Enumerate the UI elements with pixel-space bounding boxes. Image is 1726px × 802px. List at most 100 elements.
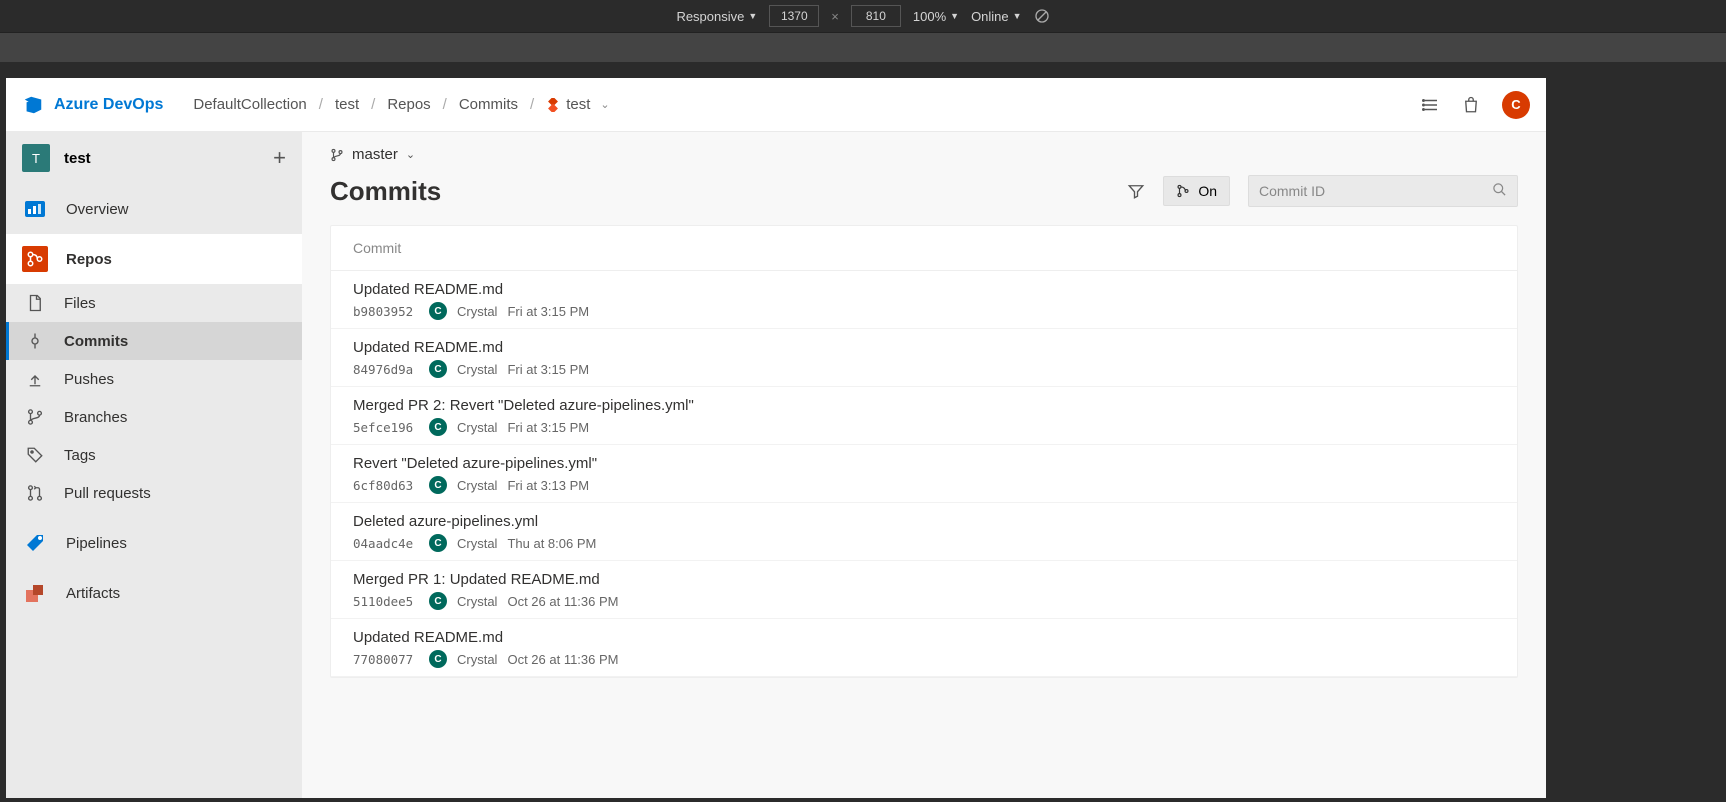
commit-author: Crystal: [457, 478, 497, 493]
author-avatar: C: [429, 650, 447, 668]
commits-list: Commit Updated README.mdb9803952CCrystal…: [330, 225, 1518, 678]
commit-hash: 84976d9a: [353, 362, 419, 377]
commit-row[interactable]: Updated README.mdb9803952CCrystalFri at …: [331, 271, 1517, 329]
commit-time: Fri at 3:13 PM: [507, 478, 589, 493]
commit-time: Thu at 8:06 PM: [507, 536, 596, 551]
commit-author: Crystal: [457, 594, 497, 609]
nav-overview[interactable]: Overview: [6, 184, 302, 234]
title-actions: On: [1127, 175, 1518, 207]
breadcrumb-commits[interactable]: Commits: [459, 96, 518, 113]
commit-search[interactable]: [1248, 175, 1518, 207]
commit-title: Updated README.md: [353, 629, 1495, 646]
caret-down-icon: ▼: [1013, 11, 1022, 21]
commit-hash: 6cf80d63: [353, 478, 419, 493]
commit-time: Fri at 3:15 PM: [507, 420, 589, 435]
commit-author: Crystal: [457, 304, 497, 319]
commit-row[interactable]: Updated README.md84976d9aCCrystalFri at …: [331, 329, 1517, 387]
shopping-bag-icon[interactable]: [1462, 96, 1480, 114]
zoom-dropdown[interactable]: 100% ▼: [913, 9, 959, 24]
nav-artifacts[interactable]: Artifacts: [6, 568, 302, 618]
nav-repos[interactable]: Repos: [6, 234, 302, 284]
commit-row[interactable]: Merged PR 2: Revert "Deleted azure-pipel…: [331, 387, 1517, 445]
pull-request-icon: [26, 484, 44, 502]
commit-row[interactable]: Deleted azure-pipelines.yml04aadc4eCCrys…: [331, 503, 1517, 561]
breadcrumb-project[interactable]: test: [335, 96, 359, 113]
branch-name: master: [352, 146, 398, 163]
commit-row[interactable]: Merged PR 1: Updated README.md5110dee5CC…: [331, 561, 1517, 619]
graph-toggle-label: On: [1198, 183, 1217, 199]
devtools-ruler: [0, 32, 1726, 62]
repo-selector[interactable]: test ⌄: [546, 96, 609, 113]
sub-pushes[interactable]: Pushes: [6, 360, 302, 398]
chevron-down-icon: ⌄: [406, 148, 415, 161]
commit-meta: 6cf80d63 C Crystal Fri at 3:13 PM: [353, 476, 1495, 494]
user-avatar[interactable]: C: [1502, 91, 1530, 119]
author-avatar: C: [429, 418, 447, 436]
commit-hash: 5efce196: [353, 420, 419, 435]
list-icon[interactable]: [1422, 96, 1440, 114]
viewport-width-input[interactable]: [769, 5, 819, 27]
project-header[interactable]: T test +: [6, 132, 302, 184]
title-row: Commits On: [302, 167, 1546, 225]
caret-down-icon: ▼: [950, 11, 959, 21]
sub-tags[interactable]: Tags: [6, 436, 302, 474]
sub-commits-label: Commits: [64, 333, 128, 350]
nav-overview-label: Overview: [66, 201, 129, 218]
commit-row[interactable]: Revert "Deleted azure-pipelines.yml" 6cf8…: [331, 445, 1517, 503]
breadcrumb: DefaultCollection / test / Repos / Commi…: [193, 96, 609, 113]
commit-meta: 5efce196 C Crystal Fri at 3:15 PM: [353, 418, 1495, 436]
new-item-button[interactable]: +: [273, 145, 286, 171]
commit-title: Merged PR 2: Revert "Deleted azure-pipel…: [353, 397, 1495, 414]
author-avatar: C: [429, 360, 447, 378]
caret-down-icon: ▼: [748, 11, 757, 21]
author-avatar: C: [429, 476, 447, 494]
commit-title: Deleted azure-pipelines.yml: [353, 513, 1495, 530]
sub-pull-requests-label: Pull requests: [64, 485, 151, 502]
tag-icon: [26, 446, 44, 464]
zoom-label: 100%: [913, 9, 946, 24]
nav-pipelines[interactable]: Pipelines: [6, 518, 302, 568]
branch-selector[interactable]: master ⌄: [302, 132, 1546, 167]
chevron-down-icon: ⌄: [600, 98, 609, 111]
sub-tags-label: Tags: [64, 447, 96, 464]
branch-icon: [330, 148, 344, 162]
breadcrumb-collection[interactable]: DefaultCollection: [193, 96, 306, 113]
pipelines-icon: [22, 530, 48, 556]
commit-search-input[interactable]: [1259, 183, 1492, 199]
commit-author: Crystal: [457, 420, 497, 435]
project-name: test: [64, 150, 259, 167]
commit-time: Oct 26 at 11:36 PM: [507, 652, 618, 667]
sub-files[interactable]: Files: [6, 284, 302, 322]
product-name: Azure DevOps: [54, 96, 163, 114]
product-logo[interactable]: Azure DevOps: [22, 94, 163, 116]
commit-title: Updated README.md: [353, 339, 1495, 356]
breadcrumb-separator: /: [530, 96, 534, 113]
devtools-bar: Responsive ▼ × 100% ▼ Online ▼: [0, 0, 1726, 32]
commit-time: Fri at 3:15 PM: [507, 304, 589, 319]
device-mode-dropdown[interactable]: Responsive ▼: [676, 9, 757, 24]
commit-meta: b9803952CCrystalFri at 3:15 PM: [353, 302, 1495, 320]
overview-icon: [22, 196, 48, 222]
commit-author: Crystal: [457, 652, 497, 667]
viewport-height-input[interactable]: [851, 5, 901, 27]
author-avatar: C: [429, 592, 447, 610]
filter-icon[interactable]: [1127, 182, 1145, 200]
commit-title: Revert "Deleted azure-pipelines.yml": [353, 455, 1495, 472]
repos-icon: [22, 246, 48, 272]
git-repo-icon: [546, 98, 560, 112]
sub-pull-requests[interactable]: Pull requests: [6, 474, 302, 512]
sub-commits[interactable]: Commits: [6, 322, 302, 360]
network-throttle-dropdown[interactable]: Online ▼: [971, 9, 1022, 24]
sidebar: T test + Overview Repos Files: [6, 132, 302, 798]
sub-files-label: Files: [64, 295, 96, 312]
commit-icon: [26, 332, 44, 350]
sub-branches-label: Branches: [64, 409, 127, 426]
rotate-icon[interactable]: [1034, 8, 1050, 24]
breadcrumb-repos[interactable]: Repos: [387, 96, 430, 113]
commit-row[interactable]: Updated README.md77080077CCrystalOct 26 …: [331, 619, 1517, 677]
graph-toggle[interactable]: On: [1163, 176, 1230, 206]
app-frame: Azure DevOps DefaultCollection / test / …: [6, 78, 1546, 798]
sub-branches[interactable]: Branches: [6, 398, 302, 436]
commit-hash: b9803952: [353, 304, 419, 319]
page-title: Commits: [330, 176, 441, 207]
